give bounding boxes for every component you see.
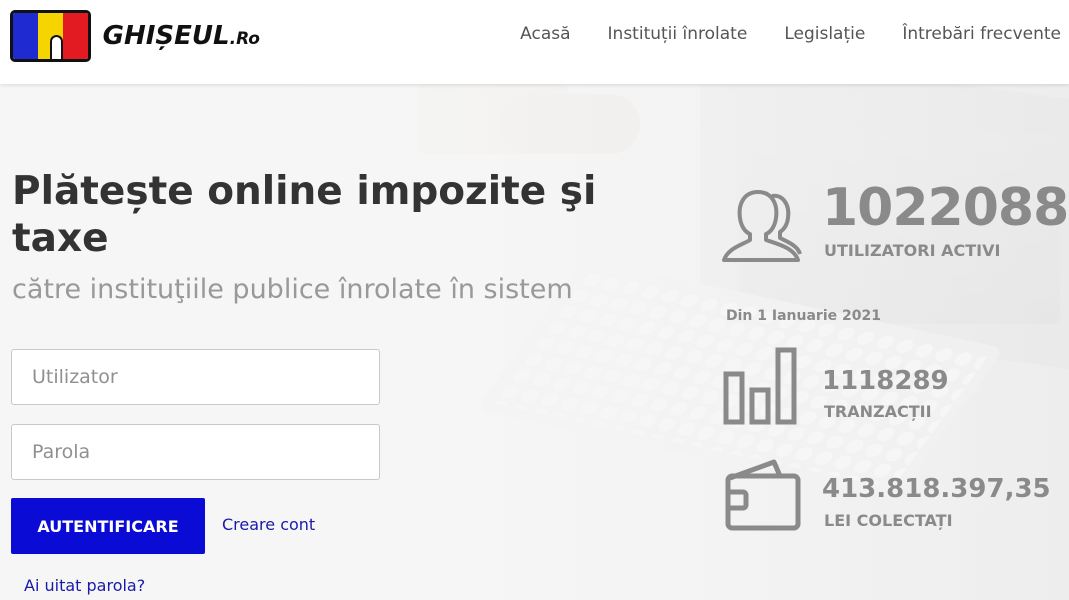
page-title: Plătește online impozite şi taxe (12, 169, 597, 261)
active-users-label: UTILIZATORI ACTIVI (824, 241, 1001, 260)
logo-flag-icon (10, 10, 91, 62)
collected-value: 413.818.397,35 (822, 474, 1051, 504)
bar-chart-icon (723, 347, 797, 425)
forgot-password-link[interactable]: Ai uitat parola? (24, 576, 145, 595)
transactions-value: 1118289 (822, 366, 949, 396)
main-nav: Acasă Instituții înrolate Legislație Înt… (483, 24, 1061, 44)
logo-text-suffix: .Ro (229, 29, 260, 49)
nav-item-legislatie[interactable]: Legislație (784, 24, 865, 44)
create-account-link[interactable]: Creare cont (222, 515, 315, 534)
transactions-label: TRANZACȚII (824, 402, 932, 421)
page-subtitle: către instituţiile publice înrolate în s… (12, 274, 573, 305)
logo-text: GHIȘEUL.Ro (103, 21, 260, 51)
users-icon (722, 190, 802, 262)
flag-stripe-blue (13, 13, 38, 59)
flag-stripe-red (62, 13, 88, 59)
logo-text-main: GHIȘEUL (102, 21, 230, 51)
logo-door-icon (50, 35, 63, 59)
password-input[interactable] (11, 424, 380, 480)
login-button[interactable]: AUTENTIFICARE (11, 498, 205, 554)
since-date-label: Din 1 Ianuarie 2021 (726, 308, 881, 324)
nav-item-intrebari[interactable]: Întrebări frecvente (902, 24, 1061, 44)
active-users-value: 1022088 (822, 178, 1069, 238)
wallet-icon (725, 459, 801, 531)
username-input[interactable] (11, 349, 380, 405)
collected-label: LEI COLECTAȚI (824, 511, 953, 530)
nav-item-institutii[interactable]: Instituții înrolate (608, 24, 748, 44)
main-content: Plătește online impozite şi taxe către i… (0, 84, 1069, 600)
nav-item-acasa[interactable]: Acasă (520, 24, 570, 44)
site-logo[interactable]: GHIȘEUL.Ro (10, 9, 260, 63)
site-header: GHIȘEUL.Ro Acasă Instituții înrolate Leg… (0, 0, 1069, 84)
